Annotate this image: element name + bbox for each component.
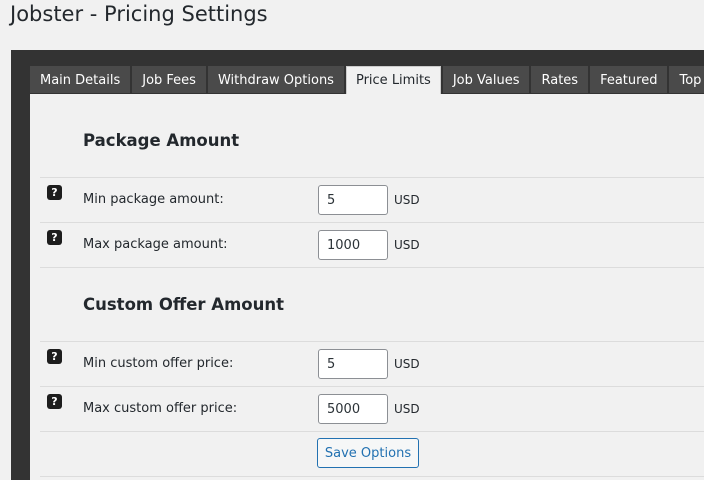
currency-unit: USD [394, 193, 420, 207]
custom-offer-amount-heading: Custom Offer Amount [83, 295, 284, 314]
divider [40, 341, 704, 342]
tab-featured[interactable]: Featured [590, 66, 668, 93]
tab-main-details[interactable]: Main Details [30, 66, 131, 93]
min-custom-offer-price-label: Min custom offer price: [83, 356, 234, 371]
tab-withdraw-options[interactable]: Withdraw Options [207, 66, 344, 93]
tab-rates[interactable]: Rates [531, 66, 589, 93]
min-package-amount-input[interactable] [318, 185, 388, 215]
question-mark-icon[interactable]: ? [47, 349, 62, 364]
divider [40, 386, 704, 387]
max-custom-offer-price-input[interactable] [318, 394, 388, 424]
tab-job-fees[interactable]: Job Fees [132, 66, 206, 93]
max-custom-offer-price-label: Max custom offer price: [83, 401, 238, 416]
tab-job-values[interactable]: Job Values [442, 66, 530, 93]
question-mark-icon[interactable]: ? [47, 394, 62, 409]
divider [40, 476, 704, 477]
currency-unit: USD [394, 357, 420, 371]
package-amount-heading: Package Amount [83, 131, 240, 150]
max-package-amount-input[interactable] [318, 230, 388, 260]
min-custom-offer-price-input[interactable] [318, 349, 388, 379]
tab-price-limits[interactable]: Price Limits [345, 66, 441, 94]
min-package-amount-label: Min package amount: [83, 192, 224, 207]
divider [40, 177, 704, 178]
page-title: Jobster - Pricing Settings [10, 2, 268, 26]
currency-unit: USD [394, 238, 420, 252]
divider [40, 222, 704, 223]
price-limits-content: Package Amount ? Min package amount: USD… [30, 94, 704, 480]
question-mark-icon[interactable]: ? [47, 185, 62, 200]
question-mark-icon[interactable]: ? [47, 230, 62, 245]
tab-top-up[interactable]: Top Up [669, 66, 704, 93]
max-package-amount-label: Max package amount: [83, 237, 228, 252]
settings-tabs: Main Details Job Fees Withdraw Options P… [30, 66, 704, 94]
divider [40, 431, 704, 432]
save-options-button[interactable]: Save Options [317, 438, 419, 468]
currency-unit: USD [394, 402, 420, 416]
divider [40, 267, 704, 268]
